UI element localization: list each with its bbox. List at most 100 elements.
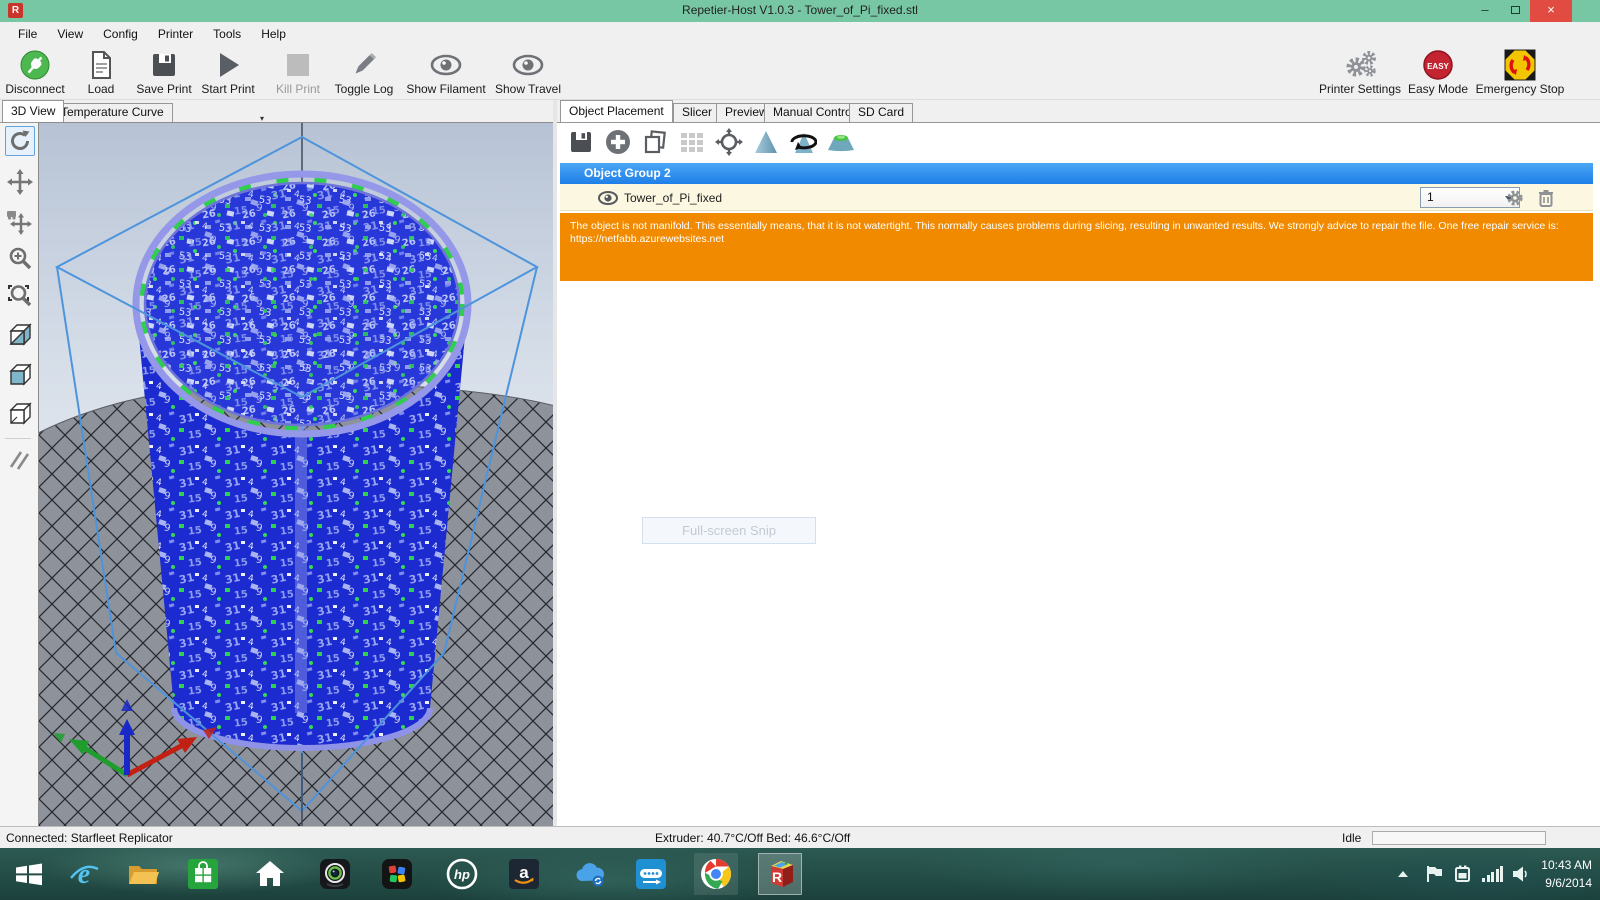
visibility-eye-icon[interactable] bbox=[598, 191, 618, 205]
export-objects-button[interactable] bbox=[567, 128, 595, 156]
maximize-button[interactable] bbox=[1500, 0, 1530, 22]
cone-icon bbox=[753, 129, 779, 155]
close-button[interactable]: × bbox=[1530, 0, 1572, 22]
start-button[interactable] bbox=[13, 858, 45, 890]
object-placement-panel: Object Group 2 Tower_of_Pi_fixed 1 The o… bbox=[557, 122, 1600, 826]
puzzle-app-icon[interactable] bbox=[381, 858, 413, 890]
easy-mode-button[interactable]: EASY Easy Mode bbox=[1400, 48, 1476, 98]
battery-icon bbox=[1452, 865, 1474, 883]
store-icon bbox=[188, 859, 218, 889]
front-view-button[interactable] bbox=[5, 360, 35, 390]
toggle-log-button[interactable]: Toggle Log bbox=[330, 48, 398, 98]
cloud-sync-app-icon[interactable] bbox=[573, 858, 605, 890]
hp-logo-icon: hp bbox=[446, 858, 478, 890]
zoom-button[interactable] bbox=[5, 243, 35, 273]
save-print-button[interactable]: Save Print bbox=[132, 48, 196, 98]
repetier-host-app-icon[interactable]: R bbox=[765, 858, 797, 890]
parallel-projection-button[interactable] bbox=[5, 445, 35, 475]
snip-overlay-button[interactable]: Full-screen Snip bbox=[642, 517, 816, 544]
scale-object-button[interactable] bbox=[752, 128, 780, 156]
menu-printer[interactable]: Printer bbox=[148, 24, 203, 44]
add-object-button[interactable] bbox=[604, 128, 632, 156]
minimize-button[interactable]: – bbox=[1470, 0, 1500, 22]
svg-text:R: R bbox=[772, 869, 782, 885]
menu-view[interactable]: View bbox=[47, 24, 93, 44]
object-row[interactable]: Tower_of_Pi_fixed 1 bbox=[560, 184, 1593, 211]
application-window: R Repetier-Host V1.0.3 - Tower_of_Pi_fix… bbox=[0, 0, 1600, 900]
top-view-button[interactable] bbox=[5, 399, 35, 429]
speaker-icon bbox=[1512, 865, 1530, 883]
start-print-button[interactable]: Start Print bbox=[198, 48, 258, 98]
copies-value: 1 bbox=[1427, 190, 1434, 204]
show-filament-button[interactable]: Show Filament bbox=[400, 48, 492, 98]
tab-object-placement[interactable]: Object Placement bbox=[560, 100, 673, 122]
amazon-app-icon[interactable]: a bbox=[508, 858, 540, 890]
center-crosshair-icon bbox=[715, 128, 743, 156]
pencil-icon bbox=[330, 48, 398, 82]
menu-file[interactable]: File bbox=[8, 24, 47, 44]
volume-button[interactable] bbox=[1512, 848, 1530, 900]
warning-text: The object is not manifold. This essenti… bbox=[570, 220, 1583, 233]
save-floppy-icon bbox=[132, 48, 196, 82]
view-tool-column bbox=[0, 122, 38, 826]
password-app-icon[interactable] bbox=[635, 858, 667, 890]
rotate-object-button[interactable] bbox=[789, 128, 817, 156]
right-tabstrip: Object Placement Slicer Preview Manual C… bbox=[557, 100, 1600, 122]
menu-tools[interactable]: Tools bbox=[203, 24, 251, 44]
home-app-icon[interactable] bbox=[254, 858, 286, 890]
printer-settings-button[interactable]: Printer Settings bbox=[1312, 48, 1408, 98]
youcam-app-icon[interactable] bbox=[319, 858, 351, 890]
network-button[interactable] bbox=[1482, 848, 1503, 900]
viewport-3d[interactable]: 31 4 15 9 26 53 bbox=[38, 122, 553, 826]
object-settings-gear-icon[interactable] bbox=[1506, 189, 1524, 207]
rotate-view-button[interactable] bbox=[5, 126, 35, 156]
copy-object-button[interactable] bbox=[641, 128, 669, 156]
menu-config[interactable]: Config bbox=[93, 24, 148, 44]
object-group-header[interactable]: Object Group 2 bbox=[560, 163, 1593, 184]
clock-time: 10:43 AM bbox=[1541, 856, 1592, 874]
power-battery-button[interactable] bbox=[1452, 848, 1474, 900]
tab-slicer[interactable]: Slicer bbox=[673, 103, 721, 122]
cube-front-icon bbox=[6, 361, 34, 389]
chrome-app-icon[interactable] bbox=[700, 858, 732, 890]
password-pill-icon bbox=[635, 858, 667, 890]
isometric-view-button[interactable] bbox=[5, 320, 35, 350]
load-button[interactable]: Load bbox=[78, 48, 124, 98]
move-view-button[interactable] bbox=[5, 167, 35, 197]
action-center-button[interactable] bbox=[1426, 848, 1444, 900]
hp-app-icon[interactable]: hp bbox=[446, 858, 478, 890]
warning-link[interactable]: https://netfabb.azurewebsites.net bbox=[570, 233, 1583, 246]
window-title: Repetier-Host V1.0.3 - Tower_of_Pi_fixed… bbox=[0, 3, 1600, 17]
play-icon bbox=[198, 48, 258, 82]
fit-view-button[interactable] bbox=[5, 282, 35, 312]
svg-text:hp: hp bbox=[454, 867, 470, 882]
tray-clock[interactable]: 10:43 AM 9/6/2014 bbox=[1541, 856, 1592, 892]
model-tower-of-pi[interactable] bbox=[136, 174, 468, 748]
windows-store-icon[interactable] bbox=[187, 858, 219, 890]
main-toolbar: Disconnect ▾ Load ▾ Save Print Start Pri… bbox=[0, 46, 1600, 100]
menu-help[interactable]: Help bbox=[251, 24, 296, 44]
tray-chevron-button[interactable] bbox=[1398, 848, 1408, 900]
object-name: Tower_of_Pi_fixed bbox=[624, 191, 722, 205]
disconnect-button[interactable]: Disconnect bbox=[2, 48, 68, 98]
menu-bar: File View Config Printer Tools Help bbox=[0, 22, 1600, 46]
tab-temperature-curve[interactable]: Temperature Curve bbox=[52, 103, 173, 122]
rotate-cone-icon bbox=[789, 129, 817, 155]
internet-explorer-icon[interactable]: e bbox=[68, 858, 100, 890]
tab-3d-view[interactable]: 3D View bbox=[2, 100, 64, 122]
file-explorer-icon[interactable] bbox=[127, 858, 159, 890]
status-bar: Connected: Starfleet Replicator Extruder… bbox=[0, 826, 1600, 848]
show-travel-button[interactable]: Show Travel bbox=[482, 48, 574, 98]
lay-flat-button[interactable] bbox=[826, 128, 854, 156]
title-bar: R Repetier-Host V1.0.3 - Tower_of_Pi_fix… bbox=[0, 0, 1600, 22]
emergency-stop-button[interactable]: Emergency Stop bbox=[1468, 48, 1572, 98]
tab-sd-card[interactable]: SD Card bbox=[849, 103, 913, 122]
cube-iso-icon bbox=[6, 321, 34, 349]
taskbar: e hp a R bbox=[0, 848, 1600, 900]
center-object-button[interactable] bbox=[715, 128, 743, 156]
delete-object-trash-icon[interactable] bbox=[1538, 189, 1554, 207]
rotate-icon bbox=[7, 128, 33, 154]
move-object-button[interactable] bbox=[5, 207, 35, 237]
copies-dropdown[interactable]: 1 bbox=[1420, 187, 1520, 208]
move-arrows-icon bbox=[7, 169, 33, 195]
